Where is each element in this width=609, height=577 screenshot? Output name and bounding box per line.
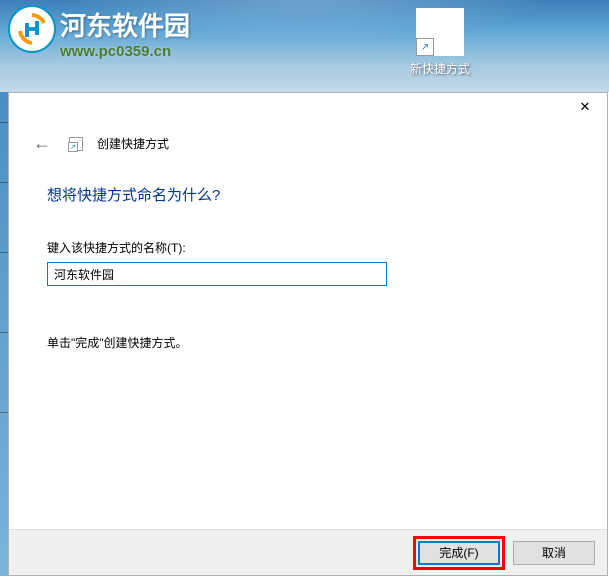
shortcut-name-input[interactable] <box>47 262 387 286</box>
watermark-logo <box>8 5 56 53</box>
close-button[interactable]: ✕ <box>569 97 601 117</box>
back-arrow-icon[interactable]: ← <box>29 129 55 158</box>
finish-button[interactable]: 完成(F) <box>418 541 500 565</box>
input-label: 键入该快捷方式的名称(T): <box>47 239 569 256</box>
watermark-url: www.pc0359.cn <box>60 43 190 60</box>
cancel-button[interactable]: 取消 <box>513 541 595 565</box>
shortcut-label: 新快捷方式 <box>405 60 475 77</box>
watermark-text: 河东软件园 www.pc0359.cn <box>60 6 190 60</box>
dialog-title: 创建快捷方式 <box>97 135 169 152</box>
close-icon: ✕ <box>580 99 591 115</box>
dialog-body: 想将快捷方式命名为什么? 键入该快捷方式的名称(T): 单击"完成"创建快捷方式… <box>9 166 607 369</box>
shortcut-header-icon <box>69 137 83 151</box>
dialog-footer: 完成(F) 取消 <box>9 529 607 575</box>
desktop-shortcut[interactable]: 新快捷方式 <box>405 8 475 77</box>
dialog-header: ← 创建快捷方式 <box>9 93 607 166</box>
watermark-title: 河东软件园 <box>60 6 190 43</box>
finish-button-highlight: 完成(F) <box>413 536 505 570</box>
create-shortcut-dialog: ✕ ← 创建快捷方式 想将快捷方式命名为什么? 键入该快捷方式的名称(T): 单… <box>8 92 608 576</box>
dialog-hint: 单击"完成"创建快捷方式。 <box>47 334 569 351</box>
shortcut-file-icon <box>416 8 464 56</box>
left-background-strip <box>0 92 8 576</box>
dialog-question: 想将快捷方式命名为什么? <box>47 184 569 205</box>
